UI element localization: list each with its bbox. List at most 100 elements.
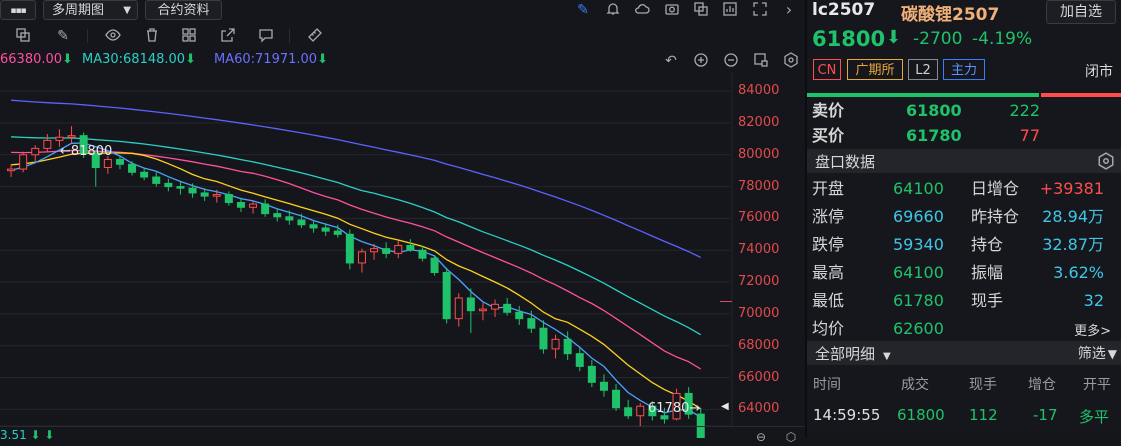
eye-icon[interactable]	[104, 27, 122, 45]
chart-icon[interactable]	[721, 1, 739, 19]
copy-window-icon[interactable]	[692, 1, 710, 19]
candle-body	[515, 311, 524, 320]
undo-icon[interactable]: ↶	[662, 52, 680, 70]
stat-label: 开盘	[812, 179, 845, 198]
detail-column-header: 开平	[1083, 377, 1111, 393]
period-dropdown[interactable]: 多周期图 ▼	[43, 0, 138, 20]
candlestick-chart[interactable]	[0, 72, 806, 438]
pencil-icon[interactable]: ✎	[54, 27, 72, 45]
contract-name: 碳酸锂2507	[901, 5, 1000, 25]
detail-cell: 112	[969, 406, 998, 424]
detail-dropdown[interactable]: 全部明细 ▼	[815, 343, 891, 364]
toolbar-divider	[87, 29, 88, 43]
ma-line-ma10	[11, 152, 702, 410]
candle-body	[115, 159, 124, 165]
tag-l2: L2	[908, 59, 938, 80]
candle-body	[345, 233, 354, 264]
ma-line-ma60	[11, 99, 701, 258]
add-watchlist-button[interactable]: 加自选	[1046, 0, 1116, 24]
candle-body	[442, 272, 451, 320]
candle-body	[624, 407, 633, 417]
candle-body	[309, 224, 318, 229]
camera-icon[interactable]	[663, 1, 681, 19]
candle-body	[599, 381, 608, 391]
detail-cell: 61800	[897, 406, 945, 424]
price-change: -2700	[913, 29, 963, 49]
more-link[interactable]: 更多>	[1074, 320, 1111, 339]
pen-icon[interactable]: ✎	[574, 1, 592, 19]
candle-body	[31, 147, 40, 156]
y-tick-label: 72000	[738, 274, 780, 290]
stat-label: 现手	[971, 291, 1004, 310]
candle-body	[249, 203, 258, 208]
grid-icon[interactable]	[180, 27, 198, 45]
filter-button[interactable]: 筛选 ▼	[1078, 343, 1117, 363]
candle-body	[612, 389, 621, 409]
quote-data-header[interactable]: 盘口数据	[807, 149, 1121, 173]
candle-body	[418, 249, 427, 259]
candle-body	[188, 187, 197, 194]
trash-icon[interactable]	[143, 27, 161, 45]
ma-line-ma30	[11, 136, 702, 336]
bell-icon[interactable]	[604, 1, 622, 19]
contract-info-button[interactable]: 合约资料	[145, 0, 222, 20]
candle-body	[261, 203, 270, 215]
stat-value: 64100	[893, 179, 944, 198]
candle-body	[176, 186, 185, 189]
stat-value: 69660	[893, 207, 944, 226]
current-price-tick	[720, 301, 732, 302]
candle-body	[333, 230, 342, 235]
candle-body	[466, 297, 475, 312]
stat-label: 日增仓	[971, 179, 1020, 198]
cloud-icon[interactable]	[633, 1, 651, 19]
detail-cell: 多平	[1079, 408, 1110, 426]
settings-icon[interactable]	[782, 52, 800, 70]
quote-panel: lc2507 碳酸锂2507 加自选 61800 ⬇ -2700 -4.19% …	[807, 0, 1121, 438]
candle-body	[200, 192, 209, 197]
candle-body	[212, 194, 221, 197]
share-icon[interactable]	[219, 27, 237, 45]
expand-icon[interactable]	[752, 52, 770, 70]
collapse-panel-icon[interactable]: ›	[780, 1, 798, 19]
stat-label: 跌停	[812, 235, 845, 254]
candle-body	[19, 154, 28, 170]
candle-body	[503, 303, 512, 313]
detail-header: 全部明细 ▼ 筛选 ▼	[807, 341, 1121, 365]
candle-body	[394, 244, 403, 254]
stat-value: 28.94万	[1042, 207, 1104, 226]
ma60-legend: MA60:71971.00⬇	[214, 52, 328, 68]
down-arrow-icon: ⬇	[317, 52, 328, 67]
candle-body	[660, 415, 669, 420]
candle-body	[236, 201, 245, 208]
stat-label: 振幅	[971, 263, 1004, 282]
detail-cell: 14:59:55	[813, 406, 881, 424]
stat-value: 61780	[893, 291, 944, 310]
sub-zoom-out-icon[interactable]: ⊖	[752, 428, 770, 446]
candle-body	[430, 257, 439, 274]
ma30-legend: MA30:68148.00⬇	[82, 52, 196, 68]
y-tick-label: 66000	[738, 369, 780, 385]
y-tick-label: 68000	[738, 337, 780, 353]
comment-icon[interactable]	[257, 27, 275, 45]
price-down-arrow-icon: ⬇	[886, 27, 902, 48]
sub-settings-icon[interactable]: ⬡	[782, 428, 800, 446]
candle-body	[454, 297, 463, 320]
fullscreen-icon[interactable]	[751, 1, 769, 19]
candle-body	[7, 168, 16, 172]
ask-ratio	[807, 93, 1039, 97]
quote-data-title: 盘口数据	[815, 153, 876, 171]
sub-chart-value: 3.51 ⬇ ⬇	[0, 428, 55, 442]
candle-body	[164, 182, 173, 188]
zoom-out-icon[interactable]	[722, 52, 740, 70]
settings-hex-icon[interactable]	[1097, 152, 1115, 174]
zoom-in-icon[interactable]	[692, 52, 710, 70]
price-change-pct: -4.19%	[972, 29, 1033, 49]
caret-down-icon: ▼	[123, 5, 131, 16]
tag-cn: CN	[813, 59, 841, 80]
stat-value: 32	[1083, 291, 1104, 310]
candle-body	[140, 171, 149, 178]
stat-value: 59340	[893, 235, 944, 254]
ruler-icon[interactable]	[306, 27, 324, 45]
select-tool-icon[interactable]	[14, 27, 32, 45]
menu-button[interactable]: ▪▪▪	[0, 0, 36, 20]
